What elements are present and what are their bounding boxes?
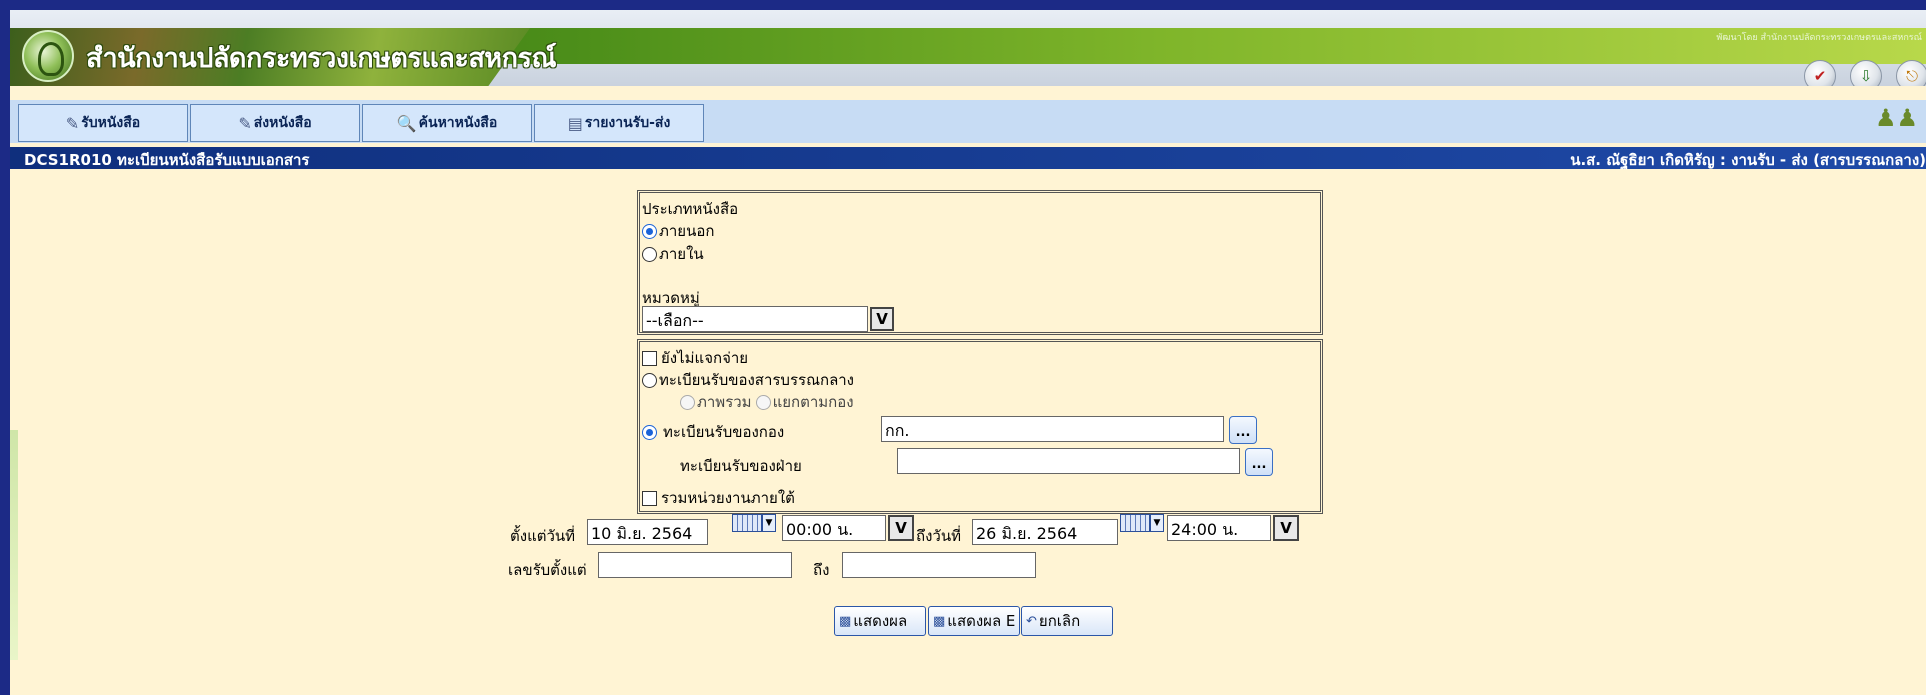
report-icon: ▩	[839, 613, 852, 629]
show-button[interactable]: ▩ แสดงผล	[834, 606, 926, 636]
receive-no-to-input[interactable]	[842, 552, 1036, 578]
central-registry-option[interactable]: ทะเบียนรับของสารบรรณกลาง	[642, 368, 854, 392]
category-dropdown-button[interactable]: V	[870, 307, 894, 331]
central-by-division-label: แยกตามกอง	[772, 393, 854, 411]
central-registry-radio[interactable]	[642, 372, 657, 388]
nav-search-label: ค้นหาหนังสือ	[418, 115, 498, 131]
date-to-label: ถึงวันที่	[916, 527, 961, 545]
time-from-input[interactable]: 00:00 น.	[782, 515, 886, 541]
exit-icon[interactable]: ⎋	[1896, 60, 1926, 86]
receive-no-from-label: เลขรับตั้งแต่	[508, 561, 587, 579]
division-registry-label: ทะเบียนรับของกอง	[663, 423, 785, 441]
developer-credit: พัฒนาโดย สำนักงานปลัดกระทรวงเกษตรและสหกร…	[1716, 33, 1922, 43]
users-icon[interactable]: ♟♟	[1875, 104, 1918, 132]
division-lookup-button[interactable]: ...	[1229, 416, 1257, 444]
central-overview-label: ภาพรวม	[697, 393, 752, 411]
central-by-division-radio[interactable]	[755, 394, 771, 410]
receive-no-to-label: ถึง	[813, 561, 830, 579]
page-title: DCS1R010 ทะเบียนหนังสือรับแบบเอกสาร	[24, 151, 310, 169]
header-banner: สำนักงานปลัดกระทรวงเกษตรและสหกรณ์ พัฒนาโ…	[10, 10, 1926, 86]
date-to-calendar-icon[interactable]: ▼	[1120, 514, 1164, 534]
send-icon: ✎	[238, 113, 252, 133]
central-overview-radio[interactable]	[680, 394, 695, 410]
cancel-button[interactable]: ↶ ยกเลิก	[1021, 606, 1113, 636]
user-info: น.ส. ณัฐธิยา เกิดหิรัญ : งานรับ - ส่ง (ส…	[1570, 151, 1926, 169]
ministry-logo	[22, 30, 74, 82]
registry-panel: ยังไม่แจกจ่าย ทะเบียนรับของสารบรรณกลาง ภ…	[637, 339, 1323, 514]
search-icon: 🔍	[396, 113, 417, 133]
doc-type-internal-label: ภายใน	[659, 245, 704, 263]
central-registry-label: ทะเบียนรับของสารบรรณกลาง	[659, 371, 855, 389]
show-excel-button-label: แสดงผล E	[947, 612, 1016, 630]
show-excel-button[interactable]: ▩ แสดงผล E	[928, 606, 1020, 636]
time-from-dropdown-button[interactable]: V	[888, 515, 914, 541]
date-from-label: ตั้งแต่วันที่	[510, 527, 576, 545]
division-registry-radio[interactable]	[642, 424, 657, 440]
include-sub-units-checkbox[interactable]	[642, 490, 657, 506]
doc-type-internal-radio[interactable]	[642, 246, 657, 262]
division-input[interactable]: กก.	[881, 416, 1224, 442]
doc-type-panel: ประเภทหนังสือ ภายนอก ภายใน หมวดหมู่ --เล…	[637, 190, 1323, 335]
time-to-dropdown-button[interactable]: V	[1273, 515, 1299, 541]
division-registry-option[interactable]: ทะเบียนรับของกอง	[642, 420, 784, 444]
pdf-icon[interactable]: ✔	[1804, 60, 1836, 86]
section-lookup-button[interactable]: ...	[1245, 448, 1273, 476]
section-input[interactable]	[897, 448, 1240, 474]
receive-no-from-input[interactable]	[598, 552, 792, 578]
nav-receive-label: รับหนังสือ	[81, 115, 141, 131]
receive-icon: ✎	[65, 113, 80, 133]
date-from-calendar-icon[interactable]: ▼	[732, 514, 776, 534]
not-distributed-label: ยังไม่แจกจ่าย	[661, 349, 749, 367]
nav-send-label: ส่งหนังสือ	[253, 115, 312, 131]
undo-icon: ↶	[1026, 613, 1037, 629]
date-to-input[interactable]: 26 มิ.ย. 2564	[972, 519, 1118, 545]
nav-report-label: รายงานรับ-ส่ง	[584, 115, 671, 131]
central-suboptions: ภาพรวม แยกตามกอง	[680, 390, 854, 414]
excel-icon: ▩	[933, 613, 946, 629]
nav-search-button[interactable]: 🔍 ค้นหาหนังสือ	[362, 104, 532, 142]
left-decoration	[10, 430, 18, 660]
category-select[interactable]: --เลือก--	[642, 306, 868, 332]
cancel-button-label: ยกเลิก	[1038, 612, 1081, 630]
app-frame: สำนักงานปลัดกระทรวงเกษตรและสหกรณ์ พัฒนาโ…	[10, 10, 1926, 695]
org-name: สำนักงานปลัดกระทรวงเกษตรและสหกรณ์	[86, 43, 557, 74]
section-registry-label: ทะเบียนรับของฝ่าย	[680, 457, 802, 475]
doc-type-internal-option[interactable]: ภายใน	[642, 242, 704, 266]
doc-type-heading: ประเภทหนังสือ	[642, 200, 739, 218]
doc-type-external-radio[interactable]	[642, 223, 657, 239]
download-icon[interactable]: ⇩	[1850, 60, 1882, 86]
time-to-input[interactable]: 24:00 น.	[1167, 515, 1271, 541]
main-nav: ✎ รับหนังสือ ✎ ส่งหนังสือ 🔍 ค้นหาหนังสือ…	[10, 100, 1926, 143]
include-sub-units-label: รวมหน่วยงานภายใต้	[661, 489, 795, 507]
doc-type-external-label: ภายนอก	[659, 222, 715, 240]
page-title-bar: DCS1R010 ทะเบียนหนังสือรับแบบเอกสาร น.ส.…	[10, 147, 1926, 169]
report-icon: ▤	[567, 113, 583, 133]
date-from-input[interactable]: 10 มิ.ย. 2564	[587, 519, 708, 545]
include-sub-units-option[interactable]: รวมหน่วยงานภายใต้	[642, 486, 795, 510]
nav-report-button[interactable]: ▤ รายงานรับ-ส่ง	[534, 104, 704, 142]
nav-receive-button[interactable]: ✎ รับหนังสือ	[18, 104, 188, 142]
doc-type-external-option[interactable]: ภายนอก	[642, 219, 714, 243]
show-button-label: แสดงผล	[853, 612, 908, 630]
nav-send-button[interactable]: ✎ ส่งหนังสือ	[190, 104, 360, 142]
not-distributed-option[interactable]: ยังไม่แจกจ่าย	[642, 346, 748, 370]
not-distributed-checkbox[interactable]	[642, 350, 657, 366]
